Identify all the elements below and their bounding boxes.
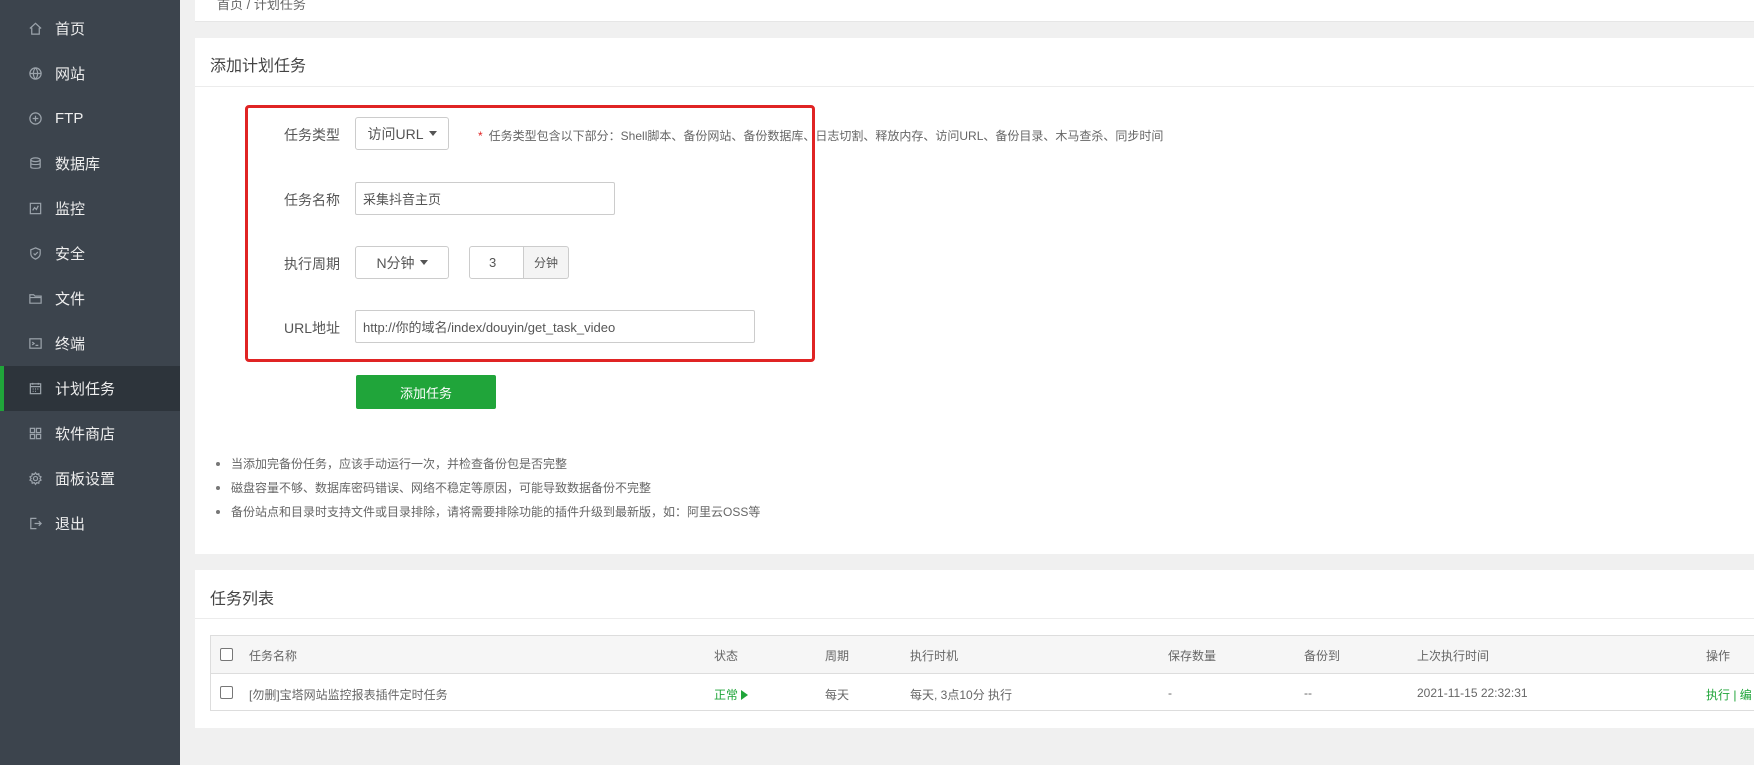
folder-icon <box>27 291 43 307</box>
sidebar-item-label: 网站 <box>55 66 86 83</box>
url-label: URL地址 <box>283 320 340 336</box>
note-item: 备份站点和目录时支持文件或目录排除，请将需要排除功能的插件升级到最新版，如：阿里… <box>215 500 760 524</box>
period-select[interactable]: N分钟 <box>355 246 449 279</box>
note-item: 当添加完备份任务，应该手动运行一次，并检查备份包是否完整 <box>215 452 760 476</box>
period-number-value: 3 <box>489 255 497 270</box>
ftp-icon <box>27 111 43 127</box>
sidebar-item-ftp[interactable]: FTP <box>0 96 180 141</box>
column-header-keep: 保存数量 <box>1168 649 1217 663</box>
monitor-icon <box>27 201 43 217</box>
sidebar-item-label: FTP <box>55 110 84 127</box>
note-item: 磁盘容量不够、数据库密码错误、网络不稳定等原因，可能导致数据备份不完整 <box>215 476 760 500</box>
sidebar-item-security[interactable]: 安全 <box>0 231 180 276</box>
sidebar-item-label: 安全 <box>55 246 86 263</box>
database-icon <box>27 156 43 172</box>
calendar-icon <box>27 381 43 397</box>
column-header-last-run: 上次执行时间 <box>1417 649 1490 663</box>
sidebar-item-label: 终端 <box>55 336 86 353</box>
add-task-panel: 添加计划任务 任务类型 访问URL * 任务类型包含以下部分：Shell脚本、备份… <box>195 38 1754 554</box>
task-type-value: 访问URL <box>367 125 424 142</box>
sidebar-item-store[interactable]: 软件商店 <box>0 411 180 456</box>
column-header-ops: 操作 <box>1706 649 1731 663</box>
breadcrumb-text[interactable]: 首页 / 计划任务 <box>217 0 306 13</box>
gear-icon <box>27 471 43 487</box>
column-header-backup-to: 备份到 <box>1304 649 1341 663</box>
timing-cell: 每天, 3点10分 执行 <box>910 688 1013 702</box>
sidebar-item-home[interactable]: 首页 <box>0 6 180 51</box>
period-unit-addon: 分钟 <box>524 246 569 279</box>
task-type-hint-text: 任务类型包含以下部分：Shell脚本、备份网站、备份数据库、日志切割、释放内存、… <box>488 129 1164 143</box>
sidebar-item-label: 退出 <box>55 516 86 533</box>
select-all-checkbox[interactable] <box>220 648 233 661</box>
sidebar-item-logout[interactable]: 退出 <box>0 501 180 546</box>
last-run-cell: 2021-11-15 22:32:31 <box>1417 686 1528 700</box>
task-list-title: 任务列表 <box>210 591 275 608</box>
task-name-cell: [勿删]宝塔网站监控报表插件定时任务 <box>249 688 448 702</box>
task-type-hint: * 任务类型包含以下部分：Shell脚本、备份网站、备份数据库、日志切割、释放内存… <box>478 127 1163 144</box>
divider <box>195 86 1754 87</box>
sidebar-item-cron[interactable]: 计划任务 <box>0 366 180 411</box>
required-star: * <box>478 129 483 143</box>
sidebar-item-terminal[interactable]: 终端 <box>0 321 180 366</box>
column-header-period: 周期 <box>825 649 850 663</box>
sidebar-item-label: 首页 <box>55 21 86 38</box>
keep-cell: - <box>1168 686 1172 700</box>
caret-down-icon <box>428 131 437 136</box>
apps-icon <box>27 426 43 442</box>
url-value: http://你的域名/index/douyin/get_task_video <box>363 320 616 335</box>
sidebar-item-label: 面板设置 <box>55 471 116 488</box>
task-type-label: 任务类型 <box>284 127 340 143</box>
sidebar-item-files[interactable]: 文件 <box>0 276 180 321</box>
sidebar-item-label: 数据库 <box>55 156 101 173</box>
column-header-status: 状态 <box>714 649 739 663</box>
ops-cell[interactable]: 执行 | 编 <box>1706 686 1752 703</box>
task-list-panel: 任务列表 任务名称 状态 周期 执行时机 保存数量 备份到 上次执行时间 操作 … <box>195 570 1754 728</box>
divider <box>195 618 1754 619</box>
task-table: 任务名称 状态 周期 执行时机 保存数量 备份到 上次执行时间 操作 [勿删]宝… <box>210 635 1754 711</box>
sidebar-item-settings[interactable]: 面板设置 <box>0 456 180 501</box>
sidebar-item-label: 软件商店 <box>55 426 116 443</box>
add-task-button[interactable]: 添加任务 <box>356 375 496 409</box>
table-header: 任务名称 状态 周期 执行时机 保存数量 备份到 上次执行时间 操作 <box>211 636 1754 674</box>
sidebar-item-label: 计划任务 <box>55 381 116 398</box>
caret-down-icon <box>419 260 428 265</box>
panel-title: 添加计划任务 <box>210 58 307 75</box>
table-row: [勿删]宝塔网站监控报表插件定时任务 正常 每天 每天, 3点10分 执行 - … <box>211 674 1754 712</box>
logout-icon <box>27 516 43 532</box>
sidebar-item-website[interactable]: 网站 <box>0 51 180 96</box>
play-icon <box>741 690 749 700</box>
period-cell: 每天 <box>825 688 850 702</box>
status-text: 正常 <box>714 688 739 702</box>
sidebar: 首页 网站 FTP 数据库 监控 安全 文件 终端 计划任务 软件商店 面板设置 <box>0 0 180 765</box>
period-number-input[interactable]: 3 <box>469 246 524 279</box>
period-label: 执行周期 <box>284 256 340 272</box>
sidebar-item-monitor[interactable]: 监控 <box>0 186 180 231</box>
sidebar-item-label: 监控 <box>55 201 86 218</box>
notes-list: 当添加完备份任务，应该手动运行一次，并检查备份包是否完整 磁盘容量不够、数据库密… <box>215 452 760 524</box>
globe-icon <box>27 66 43 82</box>
terminal-icon <box>27 336 43 352</box>
task-name-value: 采集抖音主页 <box>363 192 442 207</box>
period-value: N分钟 <box>376 254 415 271</box>
column-header-name: 任务名称 <box>249 649 298 663</box>
backup-to-cell: -- <box>1304 686 1312 700</box>
task-name-input[interactable]: 采集抖音主页 <box>355 182 615 215</box>
sidebar-item-label: 文件 <box>55 291 86 308</box>
breadcrumb: 首页 / 计划任务 <box>195 0 1754 22</box>
sidebar-item-database[interactable]: 数据库 <box>0 141 180 186</box>
status-cell[interactable]: 正常 <box>714 686 749 703</box>
task-type-select[interactable]: 访问URL <box>355 117 449 150</box>
url-input[interactable]: http://你的域名/index/douyin/get_task_video <box>355 310 755 343</box>
home-icon <box>27 21 43 37</box>
shield-icon <box>27 246 43 262</box>
task-name-label: 任务名称 <box>284 192 340 208</box>
row-checkbox[interactable] <box>220 686 233 699</box>
column-header-timing: 执行时机 <box>910 649 959 663</box>
